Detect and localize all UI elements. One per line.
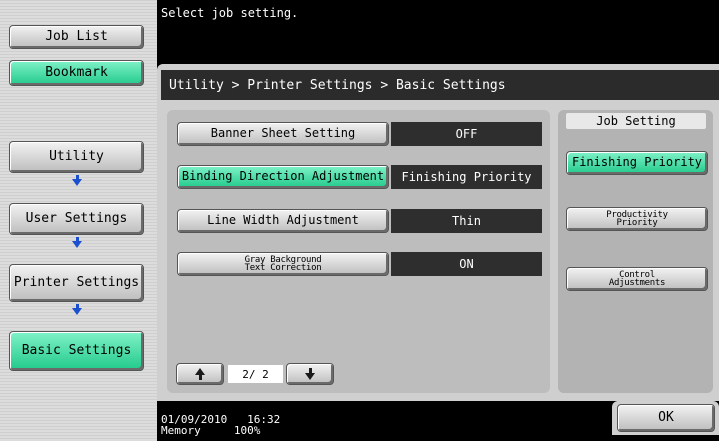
page-indicator: 2/ 2 (228, 365, 283, 383)
productivity-priority-option[interactable]: Productivity Priority (566, 207, 708, 231)
arrow-down-icon (72, 304, 82, 315)
gray-background-text-correction-button[interactable]: Gray Background Text Correction (177, 252, 389, 276)
memory-label: Memory (161, 424, 201, 437)
nav-user-settings-button[interactable]: User Settings (9, 203, 144, 235)
line-width-value: Thin (391, 209, 542, 233)
instruction-message: Select job setting. (161, 6, 299, 20)
finishing-priority-option[interactable]: Finishing Priority (566, 151, 708, 175)
breadcrumb: Utility > Printer Settings > Basic Setti… (161, 70, 719, 100)
binding-direction-adjustment-button[interactable]: Binding Direction Adjustment (177, 165, 389, 189)
page-down-button[interactable] (286, 363, 334, 385)
arrow-down-icon (72, 175, 82, 186)
page-up-button[interactable] (176, 363, 224, 385)
job-list-button[interactable]: Job List (9, 25, 144, 49)
arrow-up-icon (195, 368, 205, 375)
job-setting-title: Job Setting (566, 113, 706, 129)
arrow-down-icon (72, 237, 82, 248)
line-width-adjustment-button[interactable]: Line Width Adjustment (177, 209, 389, 233)
control-adjustments-option[interactable]: Control Adjustments (566, 267, 708, 291)
gray-background-value: ON (391, 252, 542, 276)
bookmark-button[interactable]: Bookmark (9, 60, 144, 86)
nav-utility-button[interactable]: Utility (9, 141, 144, 173)
ok-button[interactable]: OK (617, 404, 715, 432)
memory-value: 100% (233, 424, 261, 437)
nav-basic-settings-button[interactable]: Basic Settings (9, 331, 144, 371)
status-footer: 01/09/2010 16:32 Memory 100% (161, 414, 280, 436)
banner-sheet-value: OFF (391, 122, 542, 146)
binding-direction-value: Finishing Priority (391, 165, 542, 189)
nav-printer-settings-button[interactable]: Printer Settings (9, 264, 144, 302)
arrow-down-icon (305, 373, 315, 380)
banner-sheet-setting-button[interactable]: Banner Sheet Setting (177, 122, 389, 146)
